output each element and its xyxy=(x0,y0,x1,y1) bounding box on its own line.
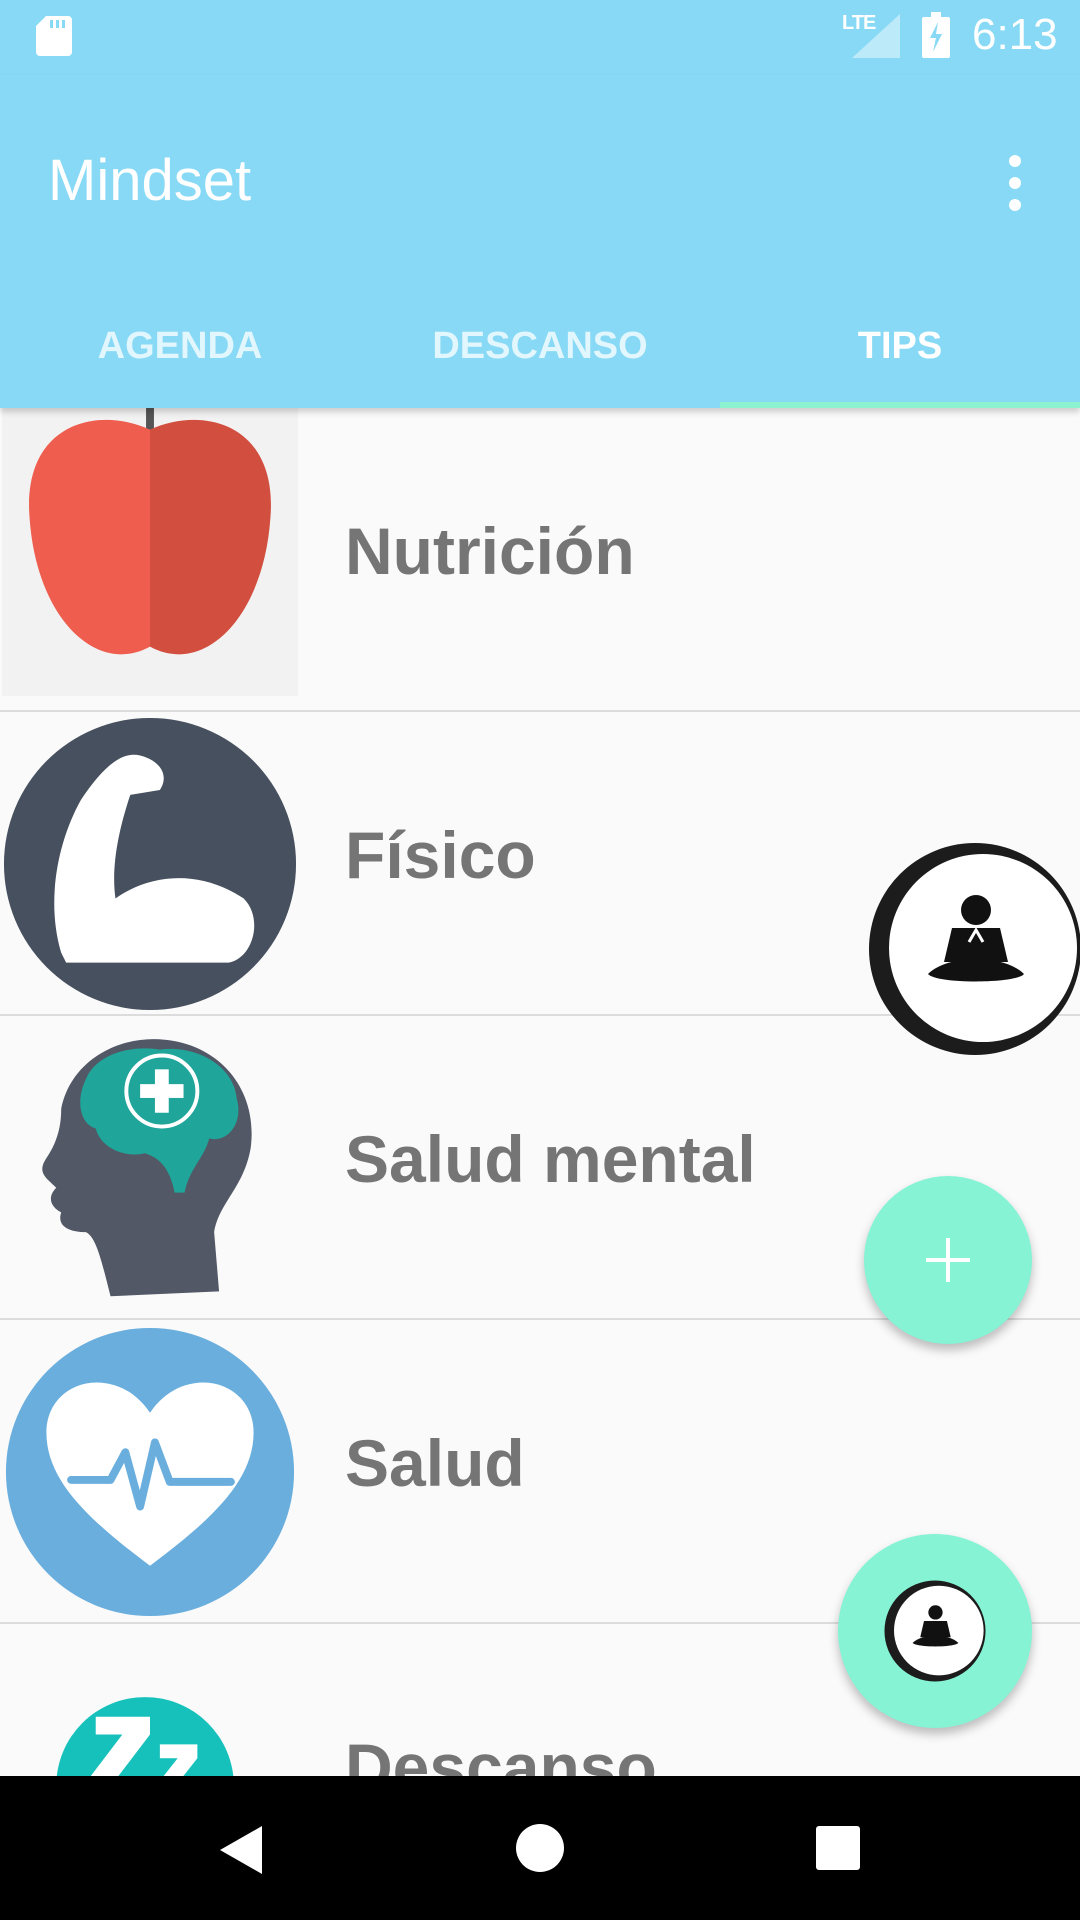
app-bar: Mindset AGENDA DESCANSO TIPS xyxy=(0,75,1080,408)
more-vert-icon[interactable] xyxy=(1000,155,1030,225)
add-icon xyxy=(926,1238,970,1282)
heartbeat-icon xyxy=(5,1327,295,1617)
battery-charging-icon xyxy=(922,12,950,58)
list-item-nutricion[interactable]: Nutrición xyxy=(0,408,1080,712)
sd-card-icon xyxy=(36,16,72,56)
meditation-icon[interactable] xyxy=(868,842,1080,1056)
brain-health-icon xyxy=(42,1039,252,1297)
tab-descanso[interactable]: DESCANSO xyxy=(360,305,720,408)
list-item-label: Nutrición xyxy=(345,514,635,588)
add-button[interactable] xyxy=(864,1176,1032,1344)
list-item-label: Descanso xyxy=(345,1730,657,1776)
back-icon[interactable] xyxy=(216,1824,264,1876)
list-item-label: Salud xyxy=(345,1426,525,1500)
meditation-fab-button[interactable] xyxy=(838,1534,1032,1728)
tab-bar: AGENDA DESCANSO TIPS xyxy=(0,305,1080,408)
signal-icon xyxy=(852,14,900,58)
status-bar: LTE 6:13 xyxy=(0,0,1080,75)
recents-icon[interactable] xyxy=(816,1826,860,1870)
list-item-label: Salud mental xyxy=(345,1122,756,1196)
status-time: 6:13 xyxy=(972,10,1058,59)
tab-agenda[interactable]: AGENDA xyxy=(0,305,360,408)
apple-icon xyxy=(2,408,298,696)
navigation-bar xyxy=(0,1776,1080,1920)
list-item-label: Físico xyxy=(345,818,536,892)
home-icon[interactable] xyxy=(516,1824,564,1872)
meditation-icon xyxy=(884,1580,986,1682)
tab-tips[interactable]: TIPS xyxy=(720,305,1080,408)
sleep-zzz-icon xyxy=(56,1697,234,1776)
flexed-arm-icon xyxy=(3,717,297,1011)
app-title: Mindset xyxy=(48,148,252,213)
